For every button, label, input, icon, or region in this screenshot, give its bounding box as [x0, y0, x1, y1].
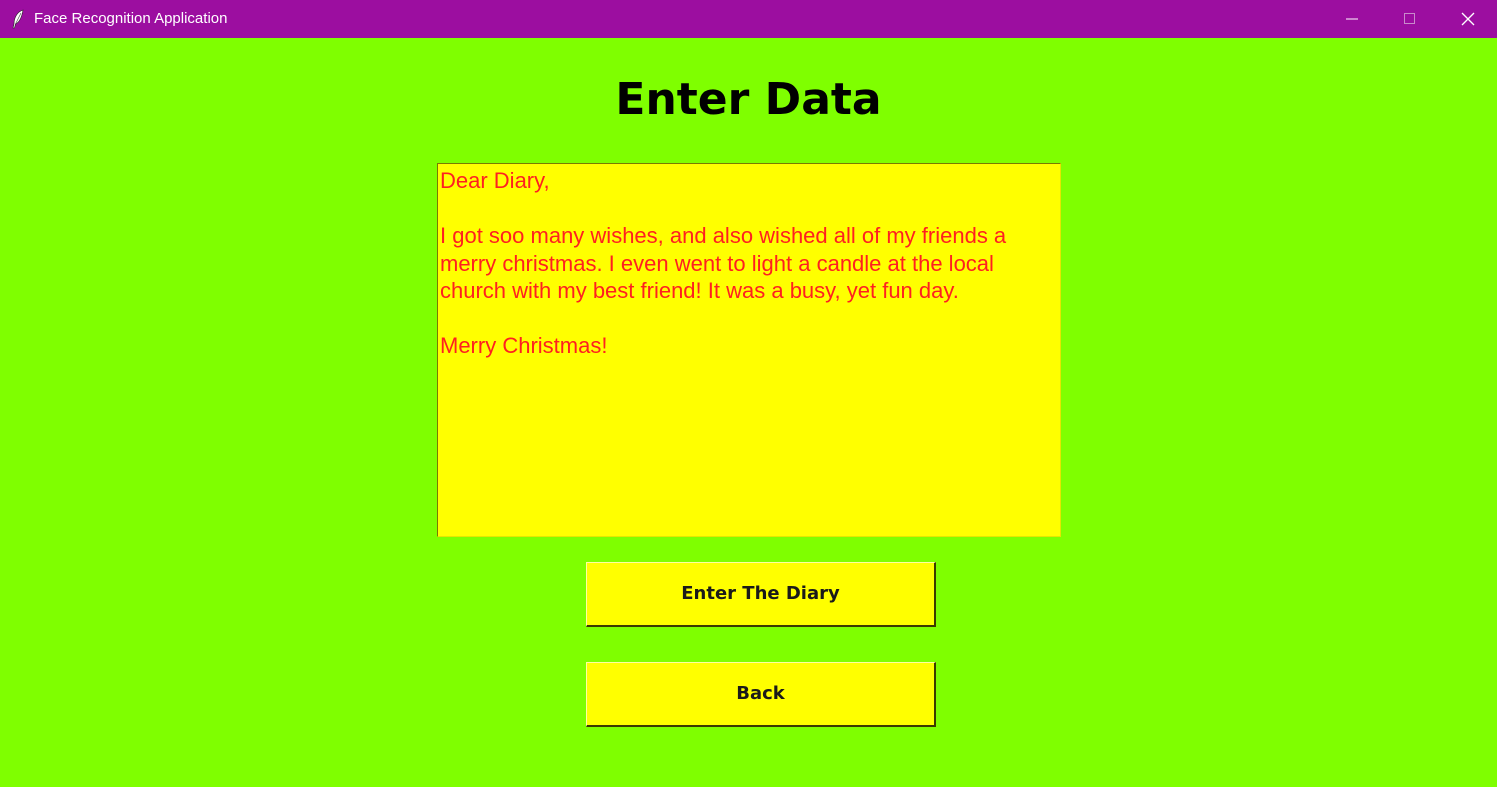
- close-button[interactable]: [1439, 0, 1497, 38]
- page-title: Enter Data: [615, 74, 882, 125]
- enter-diary-button[interactable]: Enter The Diary: [586, 562, 936, 627]
- maximize-button[interactable]: [1381, 0, 1439, 38]
- minimize-button[interactable]: [1323, 0, 1381, 38]
- title-bar[interactable]: Face Recognition Application: [0, 0, 1497, 38]
- diary-text-area[interactable]: Dear Diary, I got soo many wishes, and a…: [437, 163, 1061, 537]
- back-button[interactable]: Back: [586, 662, 936, 727]
- window-title: Face Recognition Application: [34, 10, 228, 27]
- app-window: Face Recognition Application Enter Data …: [0, 0, 1497, 787]
- diary-text-content: Dear Diary, I got soo many wishes, and a…: [440, 168, 1007, 358]
- feather-icon: [11, 9, 25, 29]
